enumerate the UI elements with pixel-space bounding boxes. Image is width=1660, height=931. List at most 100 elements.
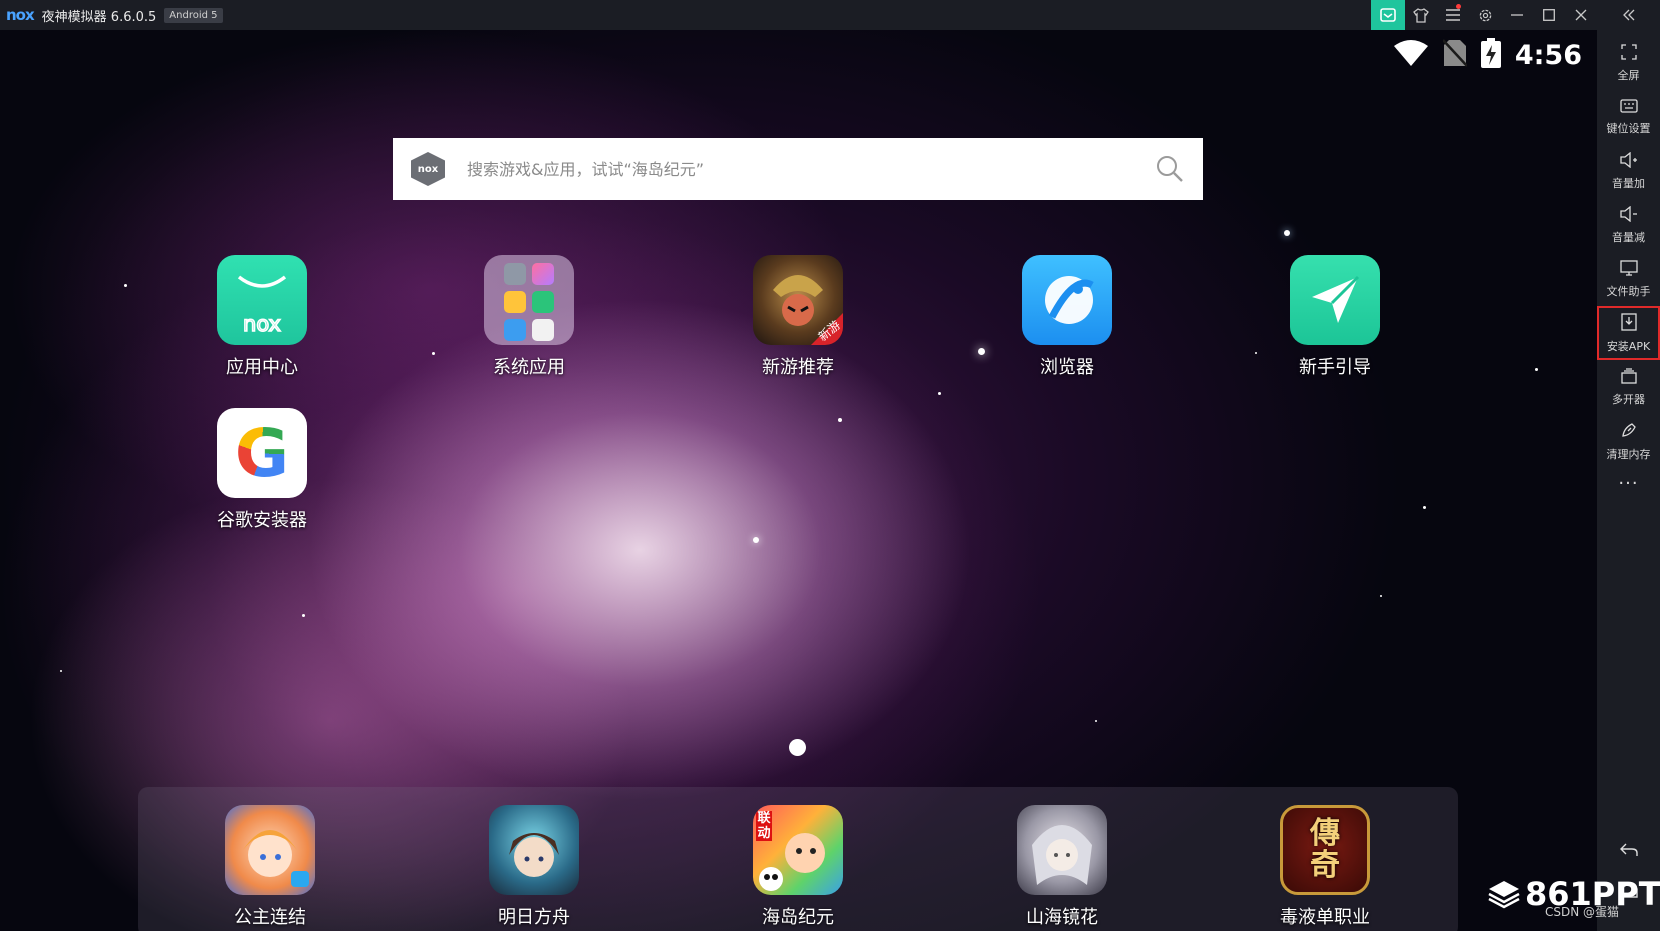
app-label: 新手引导 — [1299, 357, 1371, 378]
island-era-icon: 联动 — [753, 805, 843, 895]
right-toolbar: 全屏 键位设置 音量加 音量减 文件助手 安装APK 多开器 清理内存 ··· — [1597, 30, 1660, 931]
keyboard-icon — [1619, 98, 1638, 117]
app-system-apps[interactable]: 系统应用 — [464, 255, 594, 379]
app-label: 毒液单职业 — [1280, 907, 1370, 928]
no-sim-icon — [1441, 39, 1468, 71]
sidebar-item-label: 音量加 — [1612, 176, 1645, 190]
collapse-sidebar-icon[interactable] — [1597, 0, 1660, 30]
window-controls — [1371, 0, 1660, 30]
app-venom-single-class[interactable]: 傳奇 毒液单职业 — [1260, 805, 1390, 929]
app-app-center[interactable]: nox 应用中心 — [197, 255, 327, 379]
multi-instance-icon — [1620, 367, 1637, 388]
more-options-button[interactable]: ··· — [1597, 468, 1660, 498]
sidebar-item-label: 多开器 — [1612, 392, 1645, 406]
volume-down-icon — [1619, 205, 1638, 226]
star — [1095, 720, 1097, 722]
star — [753, 537, 759, 543]
sidebar-item-label: 全屏 — [1617, 68, 1640, 82]
sidebar-item-label: 清理内存 — [1606, 447, 1651, 461]
star — [124, 284, 127, 287]
google-installer-icon: G — [217, 408, 307, 498]
nox-search-logo-icon: nox — [411, 152, 445, 186]
notes-mini-icon — [504, 291, 526, 313]
back-button[interactable] — [1597, 831, 1660, 871]
skin-icon[interactable] — [1405, 0, 1437, 30]
camera-mini-icon — [532, 319, 554, 341]
layers-logo-icon — [1488, 881, 1520, 909]
guide-icon — [1290, 255, 1380, 345]
android-status-bar: 4:56 — [1393, 38, 1582, 72]
star — [838, 418, 842, 422]
contacts-mini-icon — [504, 319, 526, 341]
app-guide[interactable]: 新手引导 — [1270, 255, 1400, 379]
nox-app-center-icon: nox — [217, 255, 307, 345]
princess-connect-icon — [225, 805, 315, 895]
sidebar-item-install-apk[interactable]: 安装APK — [1597, 306, 1660, 360]
android-home-screen: 4:56 nox nox 应用中心 系统应用 新游 新游推荐 — [0, 30, 1597, 931]
app-princess-connect[interactable]: 公主连结 — [205, 805, 335, 929]
star — [978, 348, 985, 355]
sidebar-item-label: 文件助手 — [1606, 284, 1651, 298]
volume-up-icon — [1619, 151, 1638, 172]
close-icon[interactable] — [1565, 0, 1597, 30]
app-new-games[interactable]: 新游 新游推荐 — [733, 255, 863, 379]
venom-single-class-icon: 傳奇 — [1280, 805, 1370, 895]
notification-dot — [1456, 4, 1461, 9]
svg-text:nox: nox — [243, 312, 281, 336]
search-icon[interactable] — [1155, 154, 1185, 188]
sidebar-item-volume-up[interactable]: 音量加 — [1597, 144, 1660, 198]
sidebar-item-multi-instance[interactable]: 多开器 — [1597, 360, 1660, 414]
sidebar-item-file-assistant[interactable]: 文件助手 — [1597, 252, 1660, 306]
back-icon — [1619, 843, 1638, 860]
sidebar-item-fullscreen[interactable]: 全屏 — [1597, 36, 1660, 90]
app-label: 海岛纪元 — [762, 907, 834, 928]
system-apps-folder-icon — [484, 255, 574, 345]
sidebar-item-clean-memory[interactable]: 清理内存 — [1597, 414, 1660, 468]
star — [938, 392, 941, 395]
sidebar-item-volume-down[interactable]: 音量减 — [1597, 198, 1660, 252]
download-mini-icon — [532, 291, 554, 313]
shanhai-jinghua-icon — [1017, 805, 1107, 895]
app-google-installer[interactable]: G 谷歌安装器 — [197, 408, 327, 532]
app-label: 明日方舟 — [498, 907, 570, 928]
android-version-badge: Android 5 — [164, 7, 223, 23]
watermark-credit: CSDN @蛋猫 — [1545, 905, 1620, 919]
search-bar[interactable]: nox — [393, 138, 1203, 200]
maximize-icon[interactable] — [1533, 0, 1565, 30]
sidebar-item-label: 键位设置 — [1606, 121, 1651, 135]
google-g-glyph: G — [234, 414, 290, 492]
app-label: 山海镜花 — [1026, 907, 1098, 928]
app-label: 公主连结 — [234, 907, 306, 928]
collab-badge: 联动 — [756, 811, 772, 841]
page-indicator-dot[interactable] — [789, 739, 806, 756]
gallery-mini-icon — [532, 263, 554, 285]
star — [1284, 230, 1290, 236]
status-clock: 4:56 — [1514, 39, 1582, 71]
clean-memory-icon — [1620, 421, 1638, 443]
menu-icon[interactable] — [1437, 0, 1469, 30]
app-label: 新游推荐 — [762, 357, 834, 378]
settings-gear-icon[interactable] — [1469, 0, 1501, 30]
app-island-era[interactable]: 联动 海岛纪元 — [733, 805, 863, 929]
sidebar-item-key-settings[interactable]: 键位设置 — [1597, 90, 1660, 144]
search-input[interactable] — [465, 158, 1129, 180]
minimize-icon[interactable] — [1501, 0, 1533, 30]
app-label: 系统应用 — [493, 357, 565, 378]
app-shanhai-jinghua[interactable]: 山海镜花 — [997, 805, 1127, 929]
wifi-icon — [1393, 39, 1429, 71]
star — [302, 614, 305, 617]
star — [1535, 368, 1538, 371]
star — [1255, 352, 1257, 354]
file-assistant-icon — [1619, 259, 1638, 280]
nox-logo: nox — [6, 6, 35, 24]
more-icon: ··· — [1618, 472, 1639, 494]
install-apk-icon — [1620, 312, 1637, 335]
browser-icon — [1022, 255, 1112, 345]
star — [60, 670, 62, 672]
legend-glyph: 傳奇 — [1310, 816, 1340, 883]
star — [1380, 595, 1382, 597]
message-icon[interactable] — [1371, 0, 1405, 30]
app-arknights[interactable]: 明日方舟 — [469, 805, 599, 929]
app-browser[interactable]: 浏览器 — [1002, 255, 1132, 379]
app-label: 谷歌安装器 — [217, 510, 307, 531]
